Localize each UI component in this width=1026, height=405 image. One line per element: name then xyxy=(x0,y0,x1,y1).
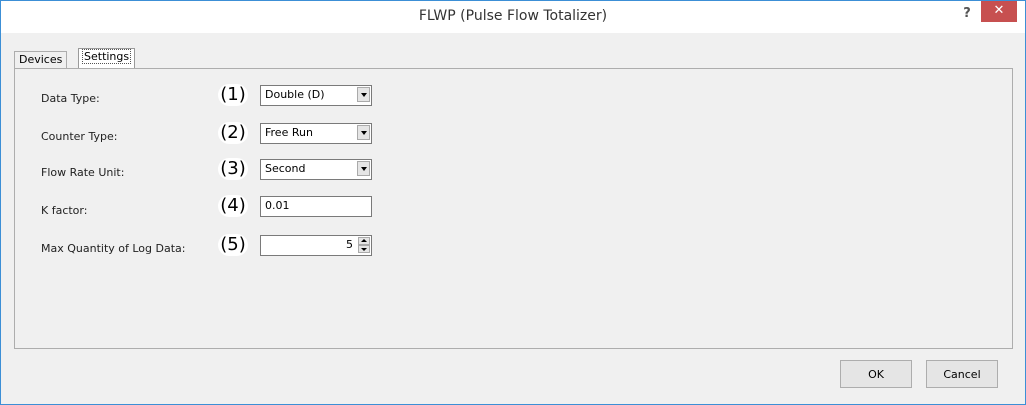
callout-badge-1: (1) xyxy=(218,84,248,106)
k-factor-value: 0.01 xyxy=(265,199,290,212)
callout-badge-2: (2) xyxy=(218,122,248,144)
chevron-down-icon[interactable] xyxy=(357,87,370,102)
chevron-down-icon[interactable] xyxy=(357,161,370,176)
callout-badge-3: (3) xyxy=(218,158,248,180)
max-log-data-label: Max Quantity of Log Data: xyxy=(41,242,186,255)
close-button[interactable]: ✕ xyxy=(981,1,1017,22)
max-log-data-stepper[interactable]: 5 xyxy=(260,235,372,256)
tab-settings-label: Settings xyxy=(81,49,132,64)
data-type-label: Data Type: xyxy=(41,92,100,105)
max-log-data-value: 5 xyxy=(346,238,353,251)
cancel-button[interactable]: Cancel xyxy=(926,360,998,388)
flow-rate-unit-select[interactable]: Second xyxy=(260,159,372,180)
dialog-client-area: Devices Settings Data Type: (1) Double (… xyxy=(1,33,1025,404)
dialog-title: FLWP (Pulse Flow Totalizer) xyxy=(418,8,608,24)
dialog-window: FLWP (Pulse Flow Totalizer) ? ✕ Devices … xyxy=(0,0,1026,405)
counter-type-select[interactable]: Free Run xyxy=(260,123,372,144)
tab-settings[interactable]: Settings xyxy=(78,48,136,69)
k-factor-label: K factor: xyxy=(41,204,88,217)
chevron-down-icon[interactable] xyxy=(357,125,370,140)
data-type-select[interactable]: Double (D) xyxy=(260,85,372,106)
settings-panel: Data Type: (1) Double (D) Counter Type: … xyxy=(14,68,1013,349)
flow-rate-unit-value: Second xyxy=(265,162,306,175)
k-factor-input[interactable]: 0.01 xyxy=(260,196,372,217)
callout-badge-5: (5) xyxy=(218,234,248,256)
help-button[interactable]: ? xyxy=(957,5,977,25)
tab-devices[interactable]: Devices xyxy=(14,51,68,69)
flow-rate-unit-label: Flow Rate Unit: xyxy=(41,166,125,179)
title-bar: FLWP (Pulse Flow Totalizer) ? ✕ xyxy=(1,1,1025,33)
stepper-down-icon[interactable] xyxy=(358,245,370,253)
stepper-up-icon[interactable] xyxy=(358,237,370,245)
counter-type-value: Free Run xyxy=(265,126,313,139)
callout-badge-4: (4) xyxy=(218,195,248,217)
counter-type-label: Counter Type: xyxy=(41,130,118,143)
ok-button[interactable]: OK xyxy=(840,360,912,388)
data-type-value: Double (D) xyxy=(265,88,325,101)
